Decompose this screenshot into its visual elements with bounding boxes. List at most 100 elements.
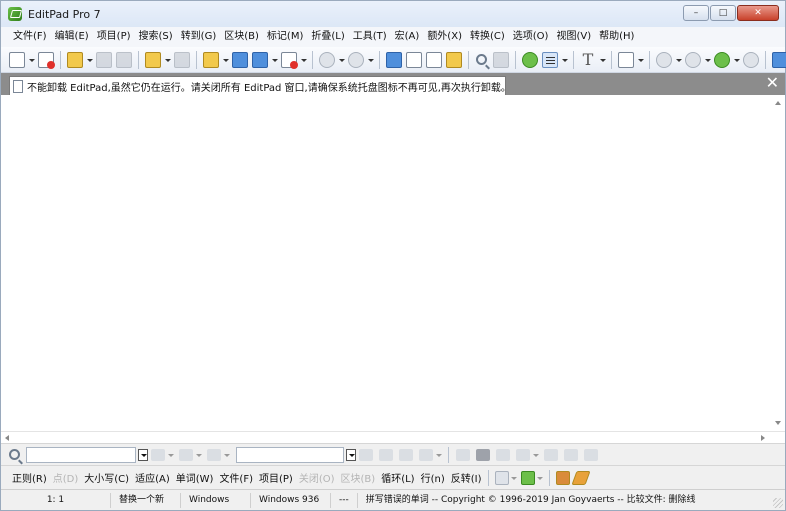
new-file-icon[interactable] bbox=[9, 51, 25, 68]
search-input[interactable] bbox=[26, 446, 136, 463]
block-mode-icon[interactable] bbox=[542, 51, 558, 68]
save-icon[interactable] bbox=[96, 51, 112, 68]
horizontal-scrollbar[interactable] bbox=[1, 431, 785, 443]
redo-icon[interactable] bbox=[348, 51, 364, 68]
find-all-icon[interactable] bbox=[207, 448, 221, 461]
option-adapt[interactable]: 适应(A) bbox=[132, 470, 173, 485]
option-block[interactable]: 区块(B) bbox=[338, 470, 379, 485]
encoding[interactable]: Windows 936 bbox=[251, 492, 331, 508]
option-file[interactable]: 文件(F) bbox=[216, 470, 256, 485]
record-macro-dropdown-icon[interactable] bbox=[675, 52, 682, 68]
highlight-icon[interactable] bbox=[456, 448, 470, 461]
project-dropdown-icon[interactable] bbox=[164, 52, 171, 68]
menu-tools[interactable]: 工具(T) bbox=[349, 27, 391, 47]
option-dot[interactable]: 点(D) bbox=[50, 470, 82, 485]
open-folder-dropdown-icon[interactable] bbox=[86, 52, 93, 68]
fold-dropdown-icon[interactable] bbox=[533, 449, 539, 461]
option-project[interactable]: 项目(P) bbox=[256, 470, 296, 485]
resize-grip-icon[interactable] bbox=[773, 498, 783, 508]
close-file-dropdown-icon[interactable] bbox=[300, 52, 307, 68]
option-line[interactable]: 行(n) bbox=[418, 470, 448, 485]
search-user-icon[interactable] bbox=[476, 448, 490, 461]
open-file-icon[interactable] bbox=[38, 51, 55, 69]
menu-search[interactable]: 搜索(S) bbox=[135, 27, 177, 47]
menu-mark[interactable]: 标记(M) bbox=[263, 27, 307, 47]
replace-prev-icon[interactable] bbox=[399, 448, 413, 461]
menu-view[interactable]: 视图(V) bbox=[552, 27, 595, 47]
search-history-icon[interactable] bbox=[495, 470, 510, 485]
paste-icon[interactable] bbox=[426, 51, 442, 68]
project-save-icon[interactable] bbox=[174, 51, 190, 68]
file-left-icon[interactable] bbox=[232, 51, 248, 68]
search-mode-dropdown-icon[interactable] bbox=[537, 472, 544, 484]
find-prev-icon[interactable] bbox=[151, 448, 165, 461]
maximize-button[interactable]: □ bbox=[710, 5, 736, 21]
menu-help[interactable]: 帮助(H) bbox=[595, 27, 638, 47]
save-all-icon[interactable] bbox=[116, 51, 132, 68]
cut-icon[interactable] bbox=[386, 51, 402, 68]
menu-edit[interactable]: 编辑(E) bbox=[51, 27, 93, 47]
word-wrap-icon[interactable] bbox=[522, 51, 538, 68]
font-icon[interactable]: T bbox=[580, 51, 596, 68]
undo-dropdown-icon[interactable] bbox=[338, 52, 345, 68]
editor-area[interactable] bbox=[1, 95, 785, 431]
folder-dropdown-icon[interactable] bbox=[222, 52, 229, 68]
menu-goto[interactable]: 转到(G) bbox=[177, 27, 221, 47]
replace-history-dropdown-icon[interactable] bbox=[346, 448, 356, 461]
search-zoom-icon[interactable] bbox=[496, 448, 510, 461]
menu-convert[interactable]: 转换(C) bbox=[466, 27, 509, 47]
page-dropdown-icon[interactable] bbox=[637, 52, 644, 68]
menu-macro[interactable]: 宏(A) bbox=[391, 27, 424, 47]
open-folder-icon[interactable] bbox=[67, 51, 83, 68]
line-ending[interactable]: Windows bbox=[181, 492, 251, 508]
menu-block[interactable]: 区块(B) bbox=[220, 27, 263, 47]
users-icon[interactable] bbox=[772, 51, 786, 68]
scroll-left-icon[interactable] bbox=[5, 435, 9, 441]
tools-dropdown-icon[interactable] bbox=[733, 52, 740, 68]
option-invert[interactable]: 反转(I) bbox=[448, 470, 485, 485]
find-prev-dropdown-icon[interactable] bbox=[168, 449, 174, 461]
folder-icon[interactable] bbox=[203, 51, 219, 68]
undo-icon[interactable] bbox=[319, 51, 335, 68]
option-close[interactable]: 关闭(O) bbox=[296, 470, 338, 485]
mascot-icon[interactable] bbox=[556, 470, 571, 485]
page-icon[interactable] bbox=[618, 51, 634, 68]
fold-icon[interactable] bbox=[516, 448, 530, 461]
menu-extra[interactable]: 额外(X) bbox=[423, 27, 466, 47]
close-window-button[interactable]: ✕ bbox=[737, 5, 779, 21]
tools-icon[interactable] bbox=[714, 51, 730, 68]
redo-dropdown-icon[interactable] bbox=[367, 52, 374, 68]
menu-options[interactable]: 选项(O) bbox=[509, 27, 553, 47]
scroll-up-icon[interactable] bbox=[775, 101, 781, 105]
record-macro-icon[interactable] bbox=[656, 51, 672, 68]
search-magnifier-icon[interactable] bbox=[9, 449, 20, 460]
find-icon[interactable] bbox=[476, 54, 487, 65]
replace-all-dropdown-icon[interactable] bbox=[436, 449, 442, 461]
scroll-right-icon[interactable] bbox=[761, 435, 765, 441]
option-case[interactable]: 大小写(C) bbox=[81, 470, 132, 485]
clear-icon[interactable] bbox=[584, 448, 598, 461]
find-next-dropdown-icon[interactable] bbox=[196, 449, 202, 461]
option-word[interactable]: 单词(W) bbox=[173, 470, 217, 485]
replace-all-icon[interactable] bbox=[419, 448, 433, 461]
history-icon[interactable] bbox=[564, 448, 578, 461]
menu-file[interactable]: 文件(F) bbox=[9, 27, 51, 47]
block-mode-dropdown-icon[interactable] bbox=[561, 52, 568, 68]
close-tab-icon[interactable]: ✕ bbox=[766, 75, 779, 91]
font-dropdown-icon[interactable] bbox=[599, 52, 606, 68]
play-macro-dropdown-icon[interactable] bbox=[704, 52, 711, 68]
find-next-search-icon[interactable] bbox=[179, 448, 193, 461]
find-next-icon[interactable] bbox=[493, 51, 509, 68]
extra-icon[interactable] bbox=[743, 51, 759, 68]
replace-input[interactable] bbox=[236, 446, 344, 463]
file-right-icon[interactable] bbox=[252, 51, 268, 68]
search-mode-icon[interactable] bbox=[521, 470, 536, 485]
replace-next-icon[interactable] bbox=[379, 448, 393, 461]
find-all-dropdown-icon[interactable] bbox=[224, 449, 230, 461]
collect-icon[interactable] bbox=[544, 448, 558, 461]
menu-project[interactable]: 项目(P) bbox=[93, 27, 135, 47]
format-brush-icon[interactable] bbox=[446, 51, 462, 68]
play-macro-icon[interactable] bbox=[685, 51, 701, 68]
new-file-dropdown-icon[interactable] bbox=[28, 52, 35, 68]
insert-mode[interactable]: 替换一个新 bbox=[111, 492, 181, 508]
